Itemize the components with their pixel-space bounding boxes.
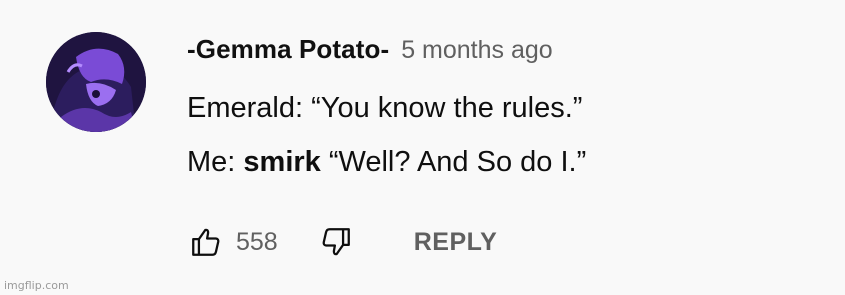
comment-text-bold: smirk [243, 146, 321, 178]
thumbs-down-icon [322, 228, 350, 256]
comment-text-line-1: Emerald: “You know the rules.” [187, 92, 583, 124]
avatar[interactable] [46, 32, 146, 132]
dislike-button[interactable] [316, 222, 356, 262]
avatar-image [46, 32, 146, 132]
comment-text-prefix: Me: [187, 146, 244, 178]
author-name[interactable]: -Gemma Potato- [187, 34, 389, 65]
like-button[interactable] [186, 222, 226, 262]
like-count: 558 [236, 227, 278, 256]
comment-text-suffix: “Well? And So do I.” [320, 146, 587, 178]
comment-actions: 558 REPLY [186, 222, 497, 262]
comment-header: -Gemma Potato- 5 months ago [187, 34, 553, 65]
thumbs-up-icon [192, 228, 220, 256]
comment-card: -Gemma Potato- 5 months ago Emerald: “Yo… [0, 0, 845, 295]
reply-button[interactable]: REPLY [414, 228, 498, 257]
comment-timestamp[interactable]: 5 months ago [401, 36, 553, 65]
comment-text-line-2: Me: smirk “Well? And So do I.” [187, 146, 586, 179]
watermark: imgflip.com [4, 279, 69, 292]
